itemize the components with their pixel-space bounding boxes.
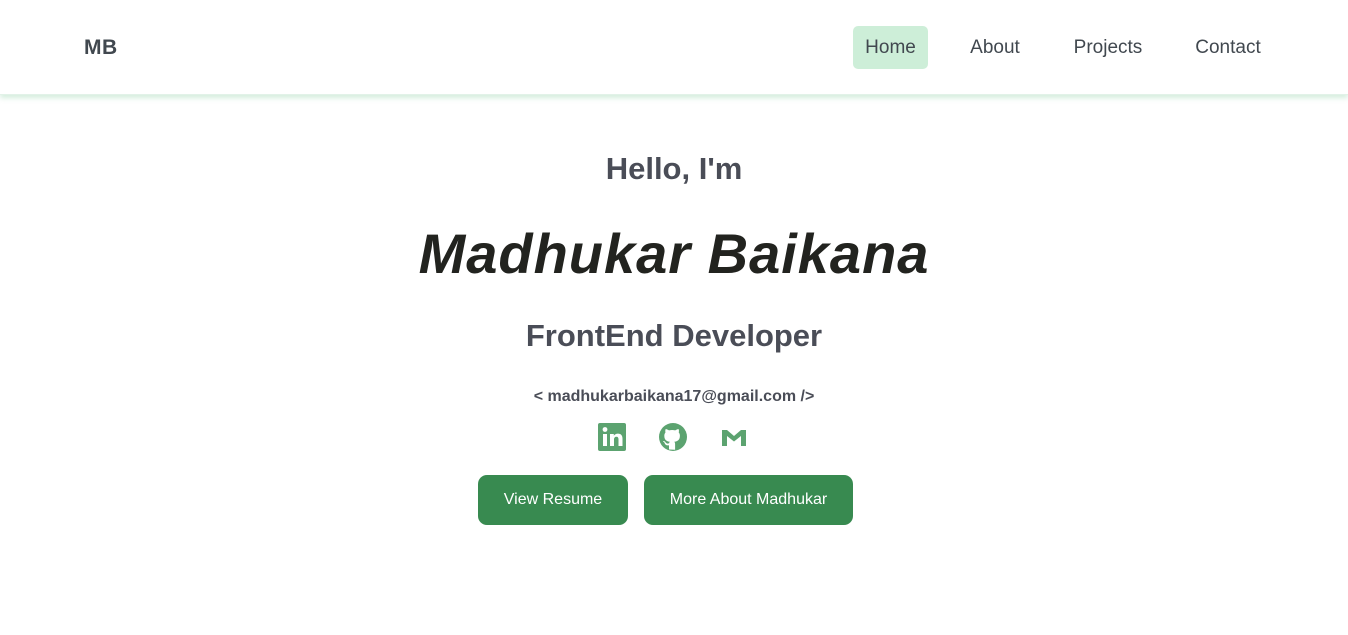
github-link[interactable] [658,422,688,452]
nav-links: Home About Projects Contact [0,26,1348,69]
hero-email: < madhukarbaikana17@gmail.com /> [533,388,815,405]
nav-link-projects[interactable]: Projects [1062,26,1154,69]
hero-name: Madhukar Baikana [418,222,930,285]
navbar: MB Home About Projects Contact [0,0,1348,95]
view-resume-button[interactable]: View Resume [478,475,628,525]
github-icon [659,423,687,451]
nav-link-contact[interactable]: Contact [1183,26,1273,69]
hero-greeting: Hello, I'm [605,151,743,186]
hero-role: FrontEnd Developer [525,318,823,353]
nav-link-home[interactable]: Home [853,26,928,69]
more-about-button[interactable]: More About Madhukar [644,475,853,525]
gmail-icon [722,430,746,446]
nav-link-about[interactable]: About [957,26,1033,69]
social-links [0,422,1348,452]
linkedin-link[interactable] [597,422,627,452]
gmail-link[interactable] [719,422,749,452]
linkedin-icon [598,423,626,451]
